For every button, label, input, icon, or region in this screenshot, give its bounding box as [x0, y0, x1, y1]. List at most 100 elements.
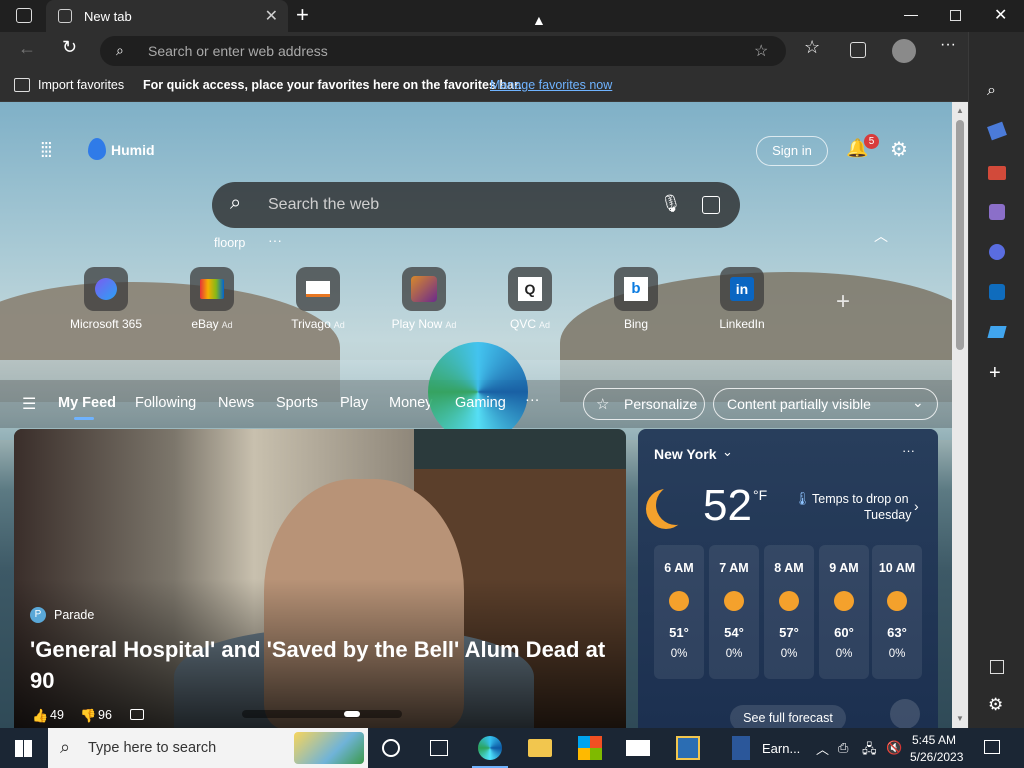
content-visibility-dropdown[interactable]: Content partially visible ⌄	[713, 388, 938, 420]
windows-start-icon[interactable]	[15, 740, 32, 757]
back-button[interactable]: ←	[18, 38, 36, 59]
games-icon[interactable]	[989, 204, 1005, 220]
new-tab-button[interactable]: +	[296, 2, 309, 28]
shortcut-ebay[interactable]: eBay Ad	[167, 267, 257, 331]
shortcut-qvc[interactable]: Q QVC Ad	[485, 267, 575, 331]
shortcut-trivago[interactable]: Trivago Ad	[273, 267, 363, 331]
shortcut-linkedin[interactable]: in LinkedIn	[697, 267, 787, 331]
like-icon[interactable]: 👍	[32, 708, 48, 724]
sidebar-settings-icon[interactable]: ⚙	[988, 695, 1003, 715]
import-favorites-link[interactable]: Import favorites	[38, 78, 124, 92]
taskbar-search-box[interactable]: ⌕ Type here to search	[48, 728, 368, 768]
tab-news[interactable]: News	[218, 395, 254, 411]
location-chevron-icon[interactable]: ⌄	[722, 444, 733, 460]
web-search-box[interactable]: ⌕ Search the web 🎙	[212, 182, 740, 228]
weather-alert-line1[interactable]: Temps to drop on	[812, 492, 909, 506]
temperature-unit[interactable]: °F	[753, 487, 767, 503]
favorites-button[interactable]: ☆	[804, 37, 820, 58]
news-source[interactable]: Parade	[54, 608, 94, 622]
microsoft-365-icon[interactable]	[989, 244, 1005, 260]
web-search-input[interactable]: Search the web	[268, 196, 379, 214]
add-shortcut-button[interactable]: +	[836, 288, 850, 316]
feed-more-button[interactable]: ···	[525, 392, 540, 408]
hide-sidebar-icon[interactable]	[990, 660, 1004, 674]
sidebar-search-icon[interactable]: ⌕	[987, 82, 996, 100]
visual-search-icon[interactable]	[702, 196, 720, 214]
notifications-icon[interactable]	[984, 740, 1000, 754]
weather-card[interactable]: New York ⌄ ··· 52 °F 🌡 Temps to drop on …	[638, 429, 938, 728]
shortcut-bing[interactable]: b Bing	[591, 267, 681, 331]
settings-more-button[interactable]: ···	[940, 36, 956, 54]
shortcut-play-now[interactable]: Play Now Ad	[379, 267, 469, 331]
outlook-icon[interactable]	[989, 284, 1005, 300]
tab-money[interactable]: Money	[389, 395, 433, 411]
hourly-forecast-item[interactable]: 10 AM 63° 0%	[872, 545, 922, 679]
scroll-down-icon[interactable]: ▼	[956, 714, 964, 723]
apps-launcher-icon[interactable]: ⁞⁞⁞	[40, 140, 53, 163]
sign-in-button[interactable]: Sign in	[756, 136, 828, 166]
taskbar-search-input[interactable]: Type here to search	[88, 740, 216, 756]
show-hidden-icons[interactable]: ︿	[816, 739, 829, 758]
personalize-button[interactable]: ☆ Personalize	[583, 388, 705, 420]
clock-time[interactable]: 5:45 AM	[912, 733, 956, 747]
tab-my-feed[interactable]: My Feed	[58, 395, 116, 411]
comment-icon[interactable]	[130, 709, 144, 720]
tab-actions-icon[interactable]	[16, 8, 32, 23]
meet-now-icon[interactable]: ⎙	[838, 740, 848, 756]
page-settings-icon[interactable]: ⚙	[890, 137, 908, 162]
address-input[interactable]: Search or enter web address	[148, 43, 328, 59]
close-window-button[interactable]: ✕	[994, 5, 1007, 25]
clock-date[interactable]: 5/26/2023	[910, 750, 963, 764]
close-tab-icon[interactable]: ✕	[265, 6, 278, 26]
collections-icon[interactable]	[850, 42, 866, 58]
active-tab[interactable]: New tab ✕	[46, 0, 288, 32]
hourly-forecast-item[interactable]: 6 AM 51° 0%	[654, 545, 704, 679]
tools-icon[interactable]	[988, 166, 1006, 180]
recent-search-chip[interactable]: floorp	[214, 236, 245, 250]
shopping-tag-icon[interactable]	[987, 121, 1007, 141]
hourly-forecast-item[interactable]: 8 AM 57° 0%	[764, 545, 814, 679]
manage-favorites-link[interactable]: Manage favorites now	[490, 78, 612, 92]
page-scrollbar[interactable]: ▲ ▼	[952, 102, 968, 728]
tab-play[interactable]: Play	[340, 395, 368, 411]
edge-taskbar-icon[interactable]	[478, 736, 502, 760]
scrollbar-thumb[interactable]	[956, 120, 964, 350]
file-explorer-icon[interactable]	[528, 739, 552, 757]
recent-searches-more[interactable]: ···	[268, 232, 282, 248]
see-full-forecast-button[interactable]: See full forecast	[730, 705, 846, 728]
cortana-icon[interactable]	[382, 739, 400, 757]
weather-alert-line2[interactable]: Tuesday	[864, 508, 911, 522]
add-favorite-icon[interactable]: ☆	[754, 41, 768, 61]
task-view-icon[interactable]	[430, 740, 448, 756]
microsoft-store-icon[interactable]	[578, 736, 602, 760]
tab-sports[interactable]: Sports	[276, 395, 318, 411]
feed-menu-icon[interactable]: ☰	[22, 394, 36, 414]
shortcut-microsoft-365[interactable]: Microsoft 365	[61, 267, 151, 331]
drop-icon[interactable]	[987, 326, 1007, 338]
minimize-button[interactable]: —	[904, 6, 918, 22]
tab-gaming[interactable]: Gaming	[455, 395, 506, 411]
profile-avatar[interactable]	[892, 39, 916, 63]
news-headline[interactable]: 'General Hospital' and 'Saved by the Bel…	[30, 634, 620, 696]
add-sidebar-app-icon[interactable]: +	[989, 362, 1001, 385]
refresh-button[interactable]: ↻	[62, 37, 77, 58]
address-bar[interactable]: ⌕ Search or enter web address ☆	[100, 36, 786, 66]
weather-brand[interactable]: Humid	[111, 142, 155, 158]
tab-following[interactable]: Following	[135, 395, 196, 411]
collapse-chevron-icon[interactable]: ︿	[874, 226, 888, 246]
hero-news-card[interactable]: P Parade 'General Hospital' and 'Saved b…	[14, 429, 626, 728]
scroll-up-icon[interactable]: ▲	[956, 106, 964, 115]
network-icon[interactable]: 🖧	[862, 740, 877, 762]
hourly-forecast-item[interactable]: 9 AM 60° 0%	[819, 545, 869, 679]
chevron-right-icon[interactable]: ›	[914, 498, 919, 514]
hourly-forecast-item[interactable]: 7 AM 54° 0%	[709, 545, 759, 679]
mail-icon[interactable]	[626, 740, 650, 756]
taskbar-app-label[interactable]: Earn...	[762, 741, 800, 756]
weather-location[interactable]: New York	[654, 446, 717, 462]
restore-button[interactable]	[950, 10, 961, 21]
word-document-icon[interactable]	[732, 736, 750, 760]
weather-map-icon[interactable]	[890, 699, 920, 728]
app-icon[interactable]	[676, 736, 700, 760]
dislike-icon[interactable]: 👎	[80, 708, 96, 724]
volume-muted-icon[interactable]: 🔇	[886, 740, 902, 756]
